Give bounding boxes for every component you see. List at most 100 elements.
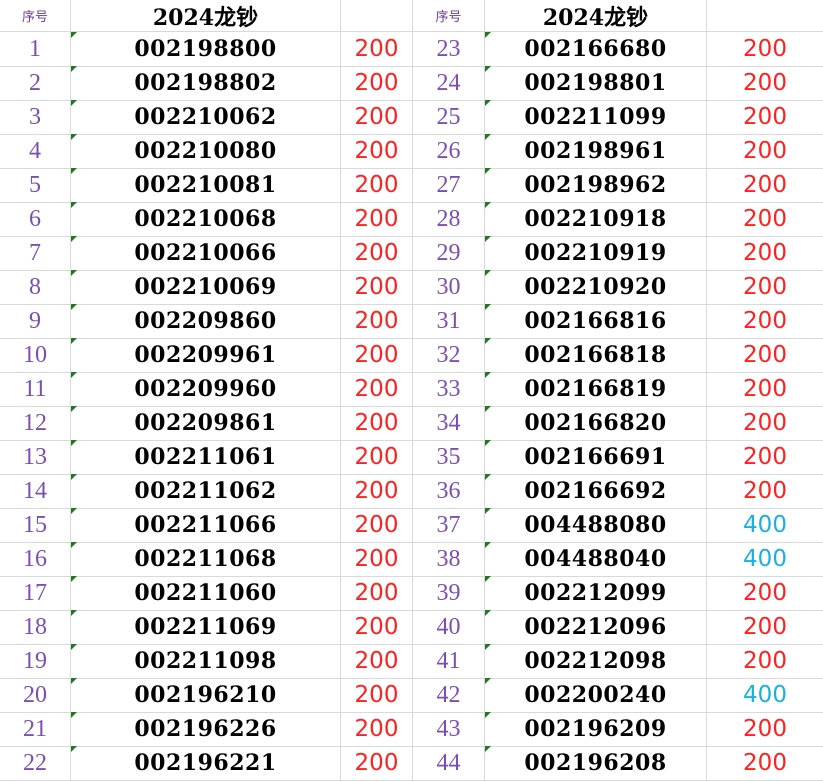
seq-cell-right[interactable]: 26 (413, 134, 485, 168)
amount-cell-right[interactable]: 200 (707, 134, 823, 168)
seq-cell-right[interactable]: 29 (413, 236, 485, 270)
serial-cell-right[interactable]: 002212099 (485, 576, 707, 610)
seq-cell-right[interactable]: 33 (413, 372, 485, 406)
amount-cell-right[interactable]: 200 (707, 202, 823, 236)
seq-cell-right[interactable]: 39 (413, 576, 485, 610)
amount-cell-right[interactable]: 200 (707, 100, 823, 134)
amount-cell-left[interactable]: 200 (341, 508, 413, 542)
serial-cell-right[interactable]: 002210918 (485, 202, 707, 236)
seq-cell-left[interactable]: 8 (0, 270, 71, 304)
amount-cell-left[interactable]: 200 (341, 168, 413, 202)
seq-cell-left[interactable]: 12 (0, 406, 71, 440)
seq-cell-right[interactable]: 38 (413, 542, 485, 576)
seq-cell-left[interactable]: 19 (0, 644, 71, 678)
seq-cell-right[interactable]: 36 (413, 474, 485, 508)
serial-cell-right[interactable]: 002212096 (485, 610, 707, 644)
amount-cell-left[interactable]: 200 (341, 474, 413, 508)
amount-cell-left[interactable]: 200 (341, 270, 413, 304)
serial-cell-right[interactable]: 002200240 (485, 678, 707, 712)
serial-cell-right[interactable]: 002166820 (485, 406, 707, 440)
serial-cell-left[interactable]: 002210080 (71, 134, 341, 168)
seq-cell-right[interactable]: 30 (413, 270, 485, 304)
amount-cell-left[interactable]: 200 (341, 236, 413, 270)
amount-cell-left[interactable]: 200 (341, 576, 413, 610)
serial-cell-right[interactable]: 002196209 (485, 712, 707, 746)
serial-cell-right[interactable]: 002211099 (485, 100, 707, 134)
serial-cell-right[interactable]: 002198961 (485, 134, 707, 168)
amount-cell-left[interactable]: 200 (341, 678, 413, 712)
amount-cell-right[interactable]: 200 (707, 372, 823, 406)
serial-cell-left[interactable]: 002211062 (71, 474, 341, 508)
amount-cell-right[interactable]: 200 (707, 338, 823, 372)
amount-cell-right[interactable]: 200 (707, 32, 823, 66)
seq-cell-left[interactable]: 7 (0, 236, 71, 270)
serial-cell-left[interactable]: 002211069 (71, 610, 341, 644)
seq-header-left[interactable]: 序号 (0, 0, 71, 31)
amount-cell-left[interactable]: 200 (341, 372, 413, 406)
seq-cell-left[interactable]: 1 (0, 32, 71, 66)
amount-cell-right[interactable]: 200 (707, 440, 823, 474)
amount-cell-right[interactable]: 400 (707, 542, 823, 576)
amount-cell-left[interactable]: 200 (341, 304, 413, 338)
seq-cell-right[interactable]: 35 (413, 440, 485, 474)
serial-cell-right[interactable]: 002210920 (485, 270, 707, 304)
seq-cell-left[interactable]: 15 (0, 508, 71, 542)
amount-cell-right[interactable]: 200 (707, 712, 823, 746)
serial-cell-left[interactable]: 002209961 (71, 338, 341, 372)
serial-cell-left[interactable]: 002196210 (71, 678, 341, 712)
amount-cell-left[interactable]: 200 (341, 406, 413, 440)
serial-cell-left[interactable]: 002211060 (71, 576, 341, 610)
serial-cell-right[interactable]: 002210919 (485, 236, 707, 270)
amount-cell-left[interactable]: 200 (341, 712, 413, 746)
seq-cell-left[interactable]: 17 (0, 576, 71, 610)
amount-cell-left[interactable]: 200 (341, 66, 413, 100)
seq-cell-right[interactable]: 23 (413, 32, 485, 66)
title-header-right[interactable]: 2024龙钞 (485, 0, 707, 31)
serial-cell-right[interactable]: 004488040 (485, 542, 707, 576)
serial-cell-right[interactable]: 002166691 (485, 440, 707, 474)
seq-cell-left[interactable]: 16 (0, 542, 71, 576)
serial-cell-right[interactable]: 002166819 (485, 372, 707, 406)
amount-cell-right[interactable]: 200 (707, 168, 823, 202)
amount-cell-right[interactable]: 200 (707, 270, 823, 304)
serial-cell-right[interactable]: 002166692 (485, 474, 707, 508)
seq-cell-right[interactable]: 34 (413, 406, 485, 440)
seq-cell-left[interactable]: 6 (0, 202, 71, 236)
seq-cell-right[interactable]: 37 (413, 508, 485, 542)
serial-cell-left[interactable]: 002209860 (71, 304, 341, 338)
serial-cell-left[interactable]: 002211066 (71, 508, 341, 542)
seq-cell-right[interactable]: 40 (413, 610, 485, 644)
seq-cell-left[interactable]: 20 (0, 678, 71, 712)
amount-cell-left[interactable]: 200 (341, 644, 413, 678)
seq-cell-right[interactable]: 28 (413, 202, 485, 236)
amount-cell-right[interactable]: 200 (707, 406, 823, 440)
seq-cell-right[interactable]: 32 (413, 338, 485, 372)
amount-cell-right[interactable]: 200 (707, 610, 823, 644)
serial-cell-left[interactable]: 002210069 (71, 270, 341, 304)
serial-cell-right[interactable]: 002166818 (485, 338, 707, 372)
seq-cell-left[interactable]: 14 (0, 474, 71, 508)
serial-cell-right[interactable]: 004488080 (485, 508, 707, 542)
seq-cell-left[interactable]: 11 (0, 372, 71, 406)
title-header-left[interactable]: 2024龙钞 (71, 0, 341, 31)
seq-cell-left[interactable]: 3 (0, 100, 71, 134)
amount-cell-left[interactable]: 200 (341, 542, 413, 576)
seq-cell-left[interactable]: 5 (0, 168, 71, 202)
seq-cell-left[interactable]: 18 (0, 610, 71, 644)
amount-cell-right[interactable]: 400 (707, 508, 823, 542)
amount-cell-left[interactable]: 200 (341, 100, 413, 134)
amount-cell-left[interactable]: 200 (341, 440, 413, 474)
seq-cell-left[interactable]: 13 (0, 440, 71, 474)
seq-cell-left[interactable]: 21 (0, 712, 71, 746)
serial-cell-right[interactable]: 002166680 (485, 32, 707, 66)
amount-header-right[interactable] (707, 0, 823, 31)
serial-cell-left[interactable]: 002210081 (71, 168, 341, 202)
serial-cell-right[interactable]: 002198801 (485, 66, 707, 100)
serial-cell-left[interactable]: 002210066 (71, 236, 341, 270)
amount-cell-right[interactable]: 200 (707, 236, 823, 270)
serial-cell-left[interactable]: 002198800 (71, 32, 341, 66)
serial-cell-left[interactable]: 002198802 (71, 66, 341, 100)
amount-cell-left[interactable]: 200 (341, 32, 413, 66)
amount-cell-left[interactable]: 200 (341, 338, 413, 372)
seq-header-right[interactable]: 序号 (413, 0, 485, 31)
